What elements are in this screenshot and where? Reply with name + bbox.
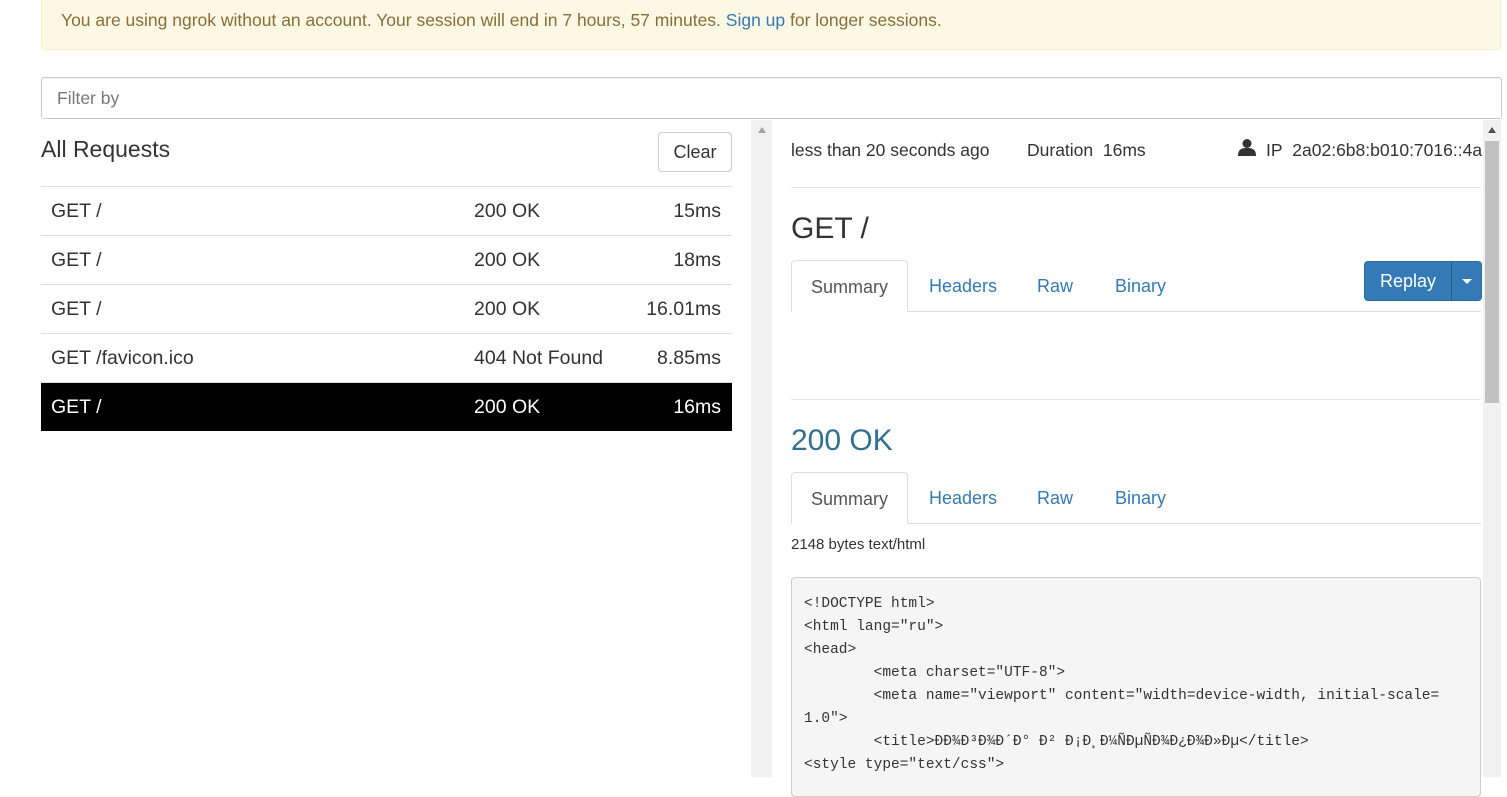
- tab-response-headers[interactable]: Headers: [929, 472, 997, 523]
- code-line: <html lang="ru">: [804, 619, 944, 635]
- duration-value: 16ms: [1102, 140, 1146, 160]
- detail-pane-scrollbar[interactable]: [1483, 120, 1501, 777]
- response-body-code: <!DOCTYPE html> <html lang="ru"> <head> <m…: [791, 577, 1481, 797]
- sign-up-link[interactable]: Sign up: [726, 10, 785, 30]
- tab-request-summary[interactable]: Summary: [791, 260, 909, 312]
- tab-request-headers[interactable]: Headers: [929, 260, 997, 311]
- code-line: <style type="text/css">: [804, 757, 1005, 773]
- ip-value: 2a02:6b8:b010:7016::4a: [1292, 140, 1483, 160]
- duration-cell: 16.01ms: [646, 298, 721, 320]
- code-line: <head>: [804, 642, 857, 658]
- clear-button[interactable]: Clear: [658, 132, 732, 172]
- session-warning-banner: You are using ngrok without an account. …: [41, 0, 1501, 50]
- request-line: GET /: [791, 212, 869, 245]
- scrollbar-thumb[interactable]: [1485, 141, 1499, 403]
- replay-button[interactable]: Replay: [1364, 261, 1452, 301]
- caret-down-icon: [1462, 279, 1472, 284]
- duration-label: Duration: [1027, 140, 1094, 160]
- duration-cell: 18ms: [673, 249, 721, 271]
- table-row[interactable]: GET /favicon.ico 404 Not Found 8.85ms: [41, 333, 732, 382]
- tab-request-raw[interactable]: Raw: [1037, 260, 1073, 311]
- tab-response-summary[interactable]: Summary: [791, 472, 909, 524]
- request-cell: GET /favicon.ico: [51, 347, 194, 369]
- duration-cell: 15ms: [673, 200, 721, 222]
- code-line: 1.0">: [804, 711, 848, 727]
- request-cell: GET /: [51, 249, 102, 271]
- tab-request-binary[interactable]: Binary: [1115, 260, 1166, 311]
- tab-response-raw[interactable]: Raw: [1037, 472, 1073, 523]
- status-cell: 200 OK: [474, 249, 541, 271]
- status-cell: 200 OK: [474, 298, 541, 320]
- banner-text-before: You are using ngrok without an account. …: [61, 10, 726, 30]
- code-line: <!DOCTYPE html>: [804, 596, 935, 612]
- request-time-ago: less than 20 seconds ago: [791, 140, 990, 160]
- divider: [791, 187, 1481, 188]
- table-row-selected[interactable]: GET / 200 OK 16ms: [41, 382, 732, 431]
- requests-pane-scrollbar[interactable]: [751, 120, 772, 777]
- status-cell: 404 Not Found: [474, 347, 604, 369]
- duration-info: Duration 16ms: [1027, 140, 1146, 161]
- scroll-up-arrow-icon[interactable]: [1488, 127, 1496, 133]
- response-tabs: Summary Headers Raw Binary: [791, 472, 1481, 524]
- filter-input[interactable]: [41, 77, 1502, 119]
- scroll-up-arrow-icon[interactable]: [758, 127, 766, 133]
- code-line: <meta charset="UTF-8">: [804, 665, 1066, 681]
- status-cell: 200 OK: [474, 396, 541, 418]
- tab-response-binary[interactable]: Binary: [1115, 472, 1166, 523]
- code-line: <title>ÐÐ¾Ð³Ð¾Ð´Ð° Ð² Ð¡Ð¸Ð¼ÑÐµÑÐ¾Ð¿Ð¾Ð»…: [804, 734, 1309, 750]
- replay-dropdown-toggle[interactable]: [1451, 261, 1482, 301]
- ip-label: IP: [1266, 140, 1283, 160]
- table-row[interactable]: GET / 200 OK 15ms: [41, 186, 732, 235]
- status-cell: 200 OK: [474, 200, 541, 222]
- requests-table: GET / 200 OK 15ms GET / 200 OK 18ms GET …: [41, 186, 732, 431]
- response-status: 200 OK: [791, 424, 893, 457]
- code-line: <meta name="viewport" content="width=dev…: [804, 688, 1440, 704]
- user-icon: [1238, 138, 1256, 161]
- table-row[interactable]: GET / 200 OK 18ms: [41, 235, 732, 284]
- all-requests-title: All Requests: [41, 136, 171, 162]
- table-row[interactable]: GET / 200 OK 16.01ms: [41, 284, 732, 333]
- banner-text-after: for longer sessions.: [785, 10, 942, 30]
- body-info: 2148 bytes text/html: [791, 536, 926, 553]
- divider: [791, 399, 1481, 400]
- duration-cell: 8.85ms: [657, 347, 721, 369]
- ip-info: IP 2a02:6b8:b010:7016::4a: [1266, 140, 1482, 161]
- request-cell: GET /: [51, 200, 102, 222]
- request-cell: GET /: [51, 298, 102, 320]
- duration-cell: 16ms: [673, 396, 721, 418]
- request-cell: GET /: [51, 396, 102, 418]
